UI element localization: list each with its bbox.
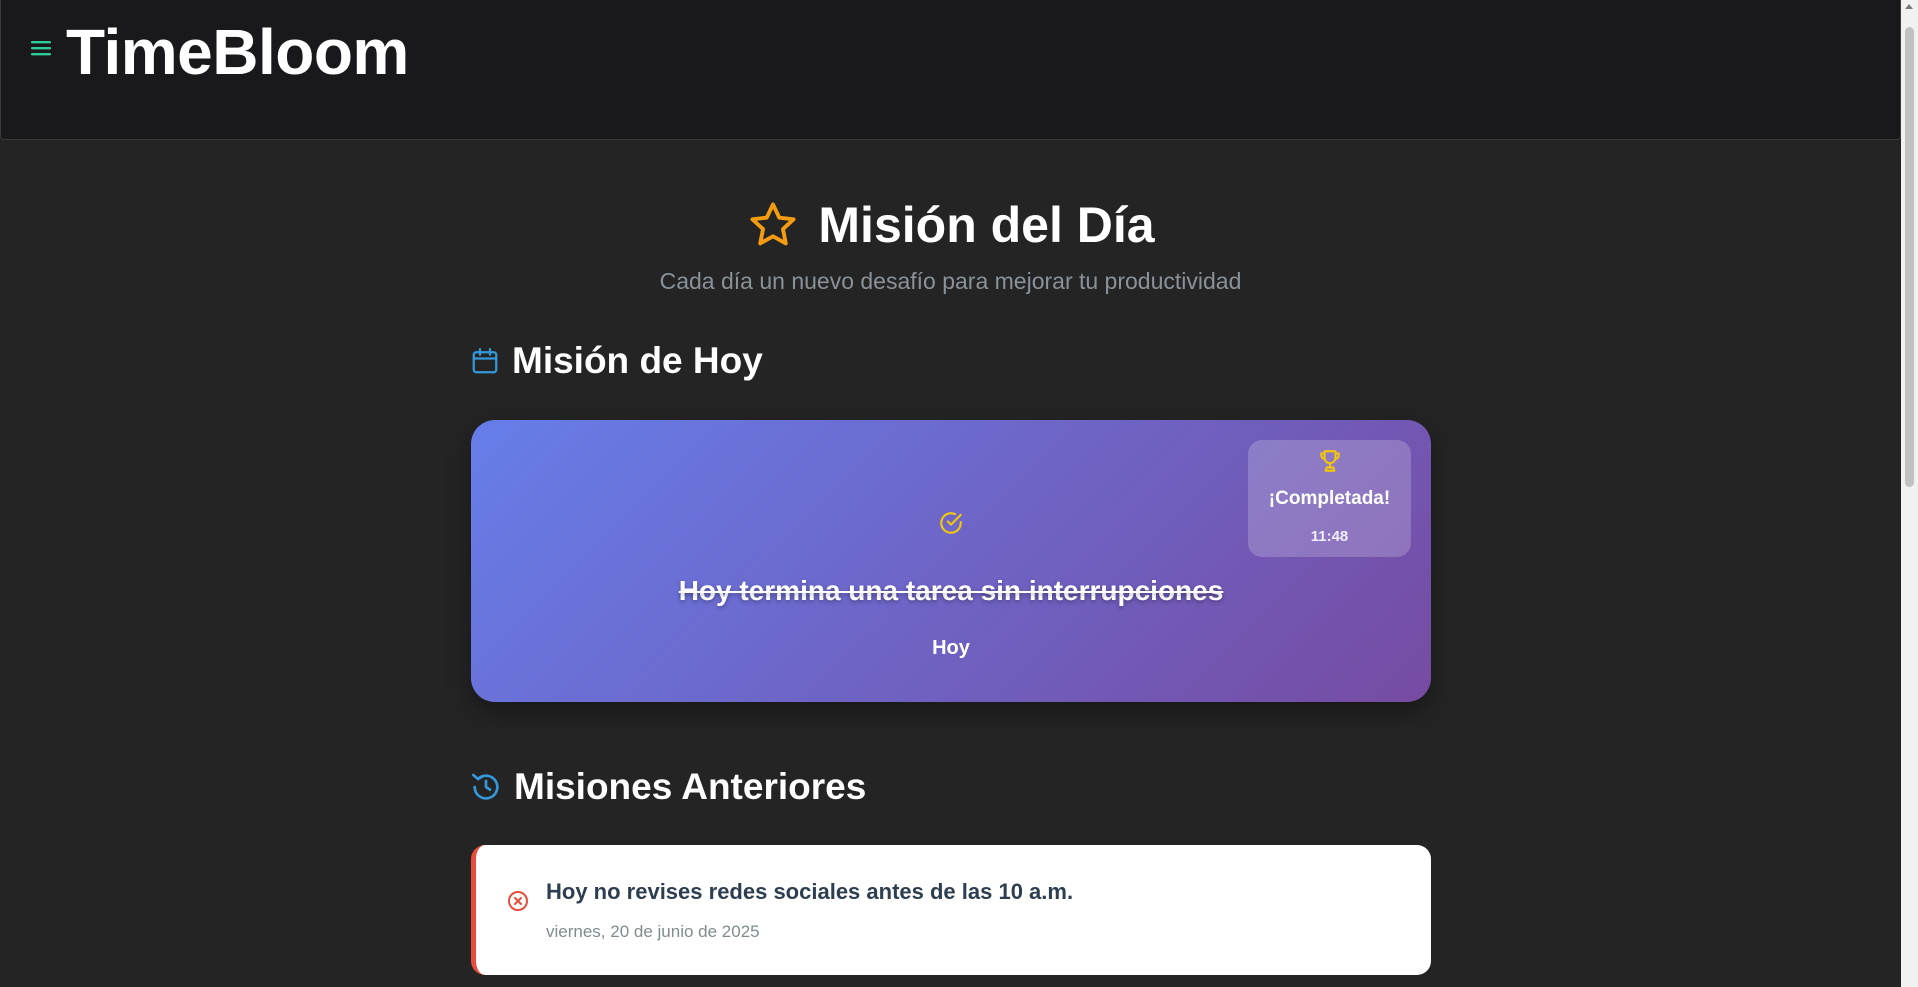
today-mission-card[interactable]: ¡Completada! 11:48 Hoy termina una tarea… (471, 420, 1431, 702)
scrollbar-thumb[interactable] (1905, 27, 1914, 487)
previous-mission-date: viernes, 20 de junio de 2025 (546, 922, 760, 941)
page-subtitle: Cada día un nuevo desafío para mejorar t… (659, 268, 1242, 294)
app-root: TimeBloom Misión del Día Cada día un nue… (0, 0, 1918, 987)
hamburger-menu-button[interactable] (29, 36, 53, 60)
check-circle-icon (940, 512, 962, 534)
today-mission-date: Hoy (932, 637, 970, 659)
today-mission-text: Hoy termina una tarea sin interrupciones (678, 575, 1224, 606)
previous-section-heading: Misiones Anteriores (470, 766, 866, 808)
page-title-text: Misión del Día (818, 197, 1155, 253)
previous-section-title: Misiones Anteriores (514, 766, 867, 807)
hero-section: Misión del Día Cada día un nuevo desafío… (0, 190, 1901, 295)
star-icon (750, 202, 796, 246)
completed-time: 11:48 (1310, 528, 1349, 545)
completed-badge: ¡Completada! 11:48 (1248, 440, 1411, 557)
page-title: Misión del Día (746, 190, 1155, 260)
previous-mission-item[interactable]: Hoy no revises redes sociales antes de l… (471, 845, 1431, 975)
hamburger-menu-icon (31, 41, 51, 56)
x-circle-icon (508, 891, 528, 911)
completed-label: ¡Completada! (1268, 488, 1391, 509)
trophy-icon (1320, 450, 1340, 472)
calendar-icon (472, 348, 498, 374)
top-header: TimeBloom (0, 0, 1901, 140)
history-icon (472, 773, 499, 800)
scroll-up-arrow-icon[interactable] (1905, 4, 1913, 9)
vertical-scrollbar[interactable] (1901, 0, 1918, 987)
previous-mission-text: Hoy no revises redes sociales antes de l… (546, 879, 1074, 904)
today-section-title: Misión de Hoy (512, 340, 763, 381)
app-title: TimeBloom (66, 16, 409, 88)
today-section-heading: Misión de Hoy (470, 340, 763, 382)
